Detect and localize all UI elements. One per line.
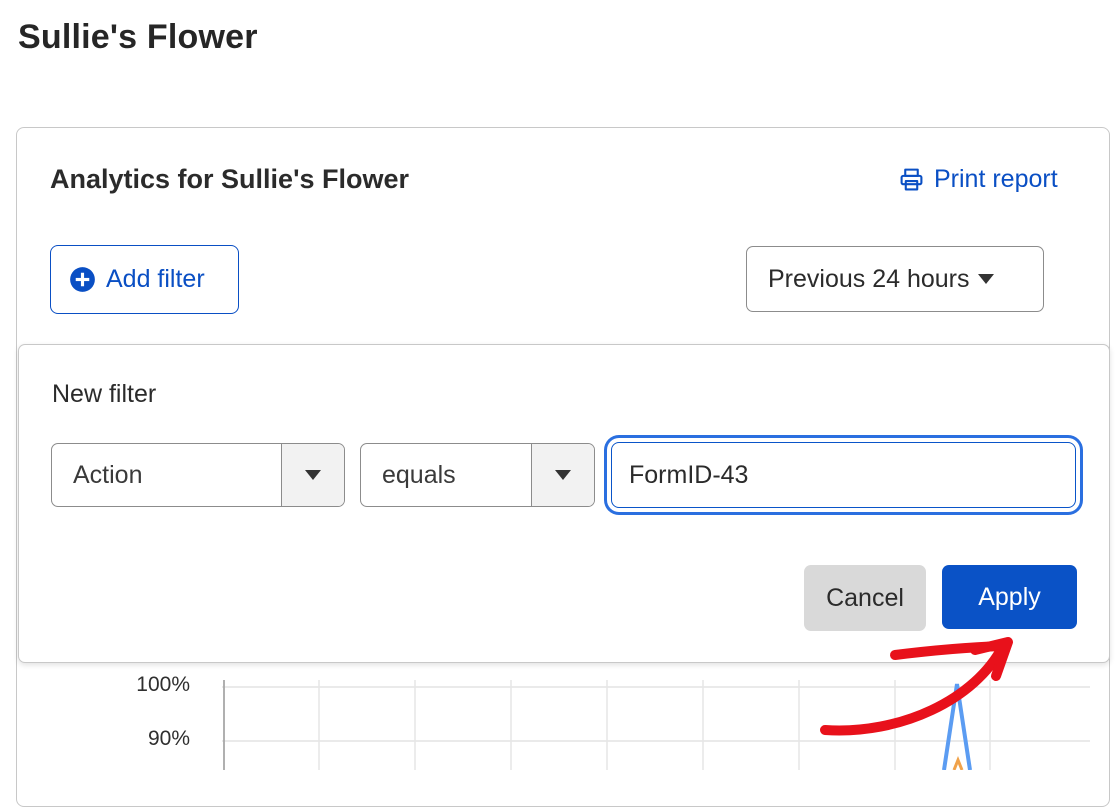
print-report-link[interactable]: Print report [899,165,1058,194]
filter-operator-value: equals [382,460,456,489]
caret-down-icon [977,274,994,284]
filter-operator-dropdown-button[interactable] [531,444,594,506]
add-filter-button[interactable]: Add filter [50,245,239,314]
new-filter-heading: New filter [52,380,157,408]
printer-icon [899,167,924,192]
time-range-value: Previous 24 hours [768,264,970,293]
card-title: Analytics for Sullie's Flower [50,164,410,194]
filter-field-select[interactable]: Action [51,443,345,507]
y-tick-label: 100% [136,673,190,696]
plus-circle-icon [69,266,96,293]
time-range-select[interactable]: Previous 24 hours [746,246,1044,312]
page-title: Sullie's Flower [18,18,258,56]
filter-field-value: Action [73,460,143,489]
cancel-button[interactable]: Cancel [804,565,926,631]
caret-down-icon [555,470,571,480]
apply-button[interactable]: Apply [942,565,1077,629]
series-line-secondary [952,755,964,771]
y-tick-label: 90% [147,727,190,750]
filter-field-dropdown-button[interactable] [281,444,344,506]
filter-operator-select[interactable]: equals [360,443,595,507]
filter-value-input[interactable] [611,442,1076,508]
add-filter-label: Add filter [106,265,205,293]
print-report-label: Print report [934,165,1058,193]
caret-down-icon [305,470,321,480]
series-line [942,683,972,771]
